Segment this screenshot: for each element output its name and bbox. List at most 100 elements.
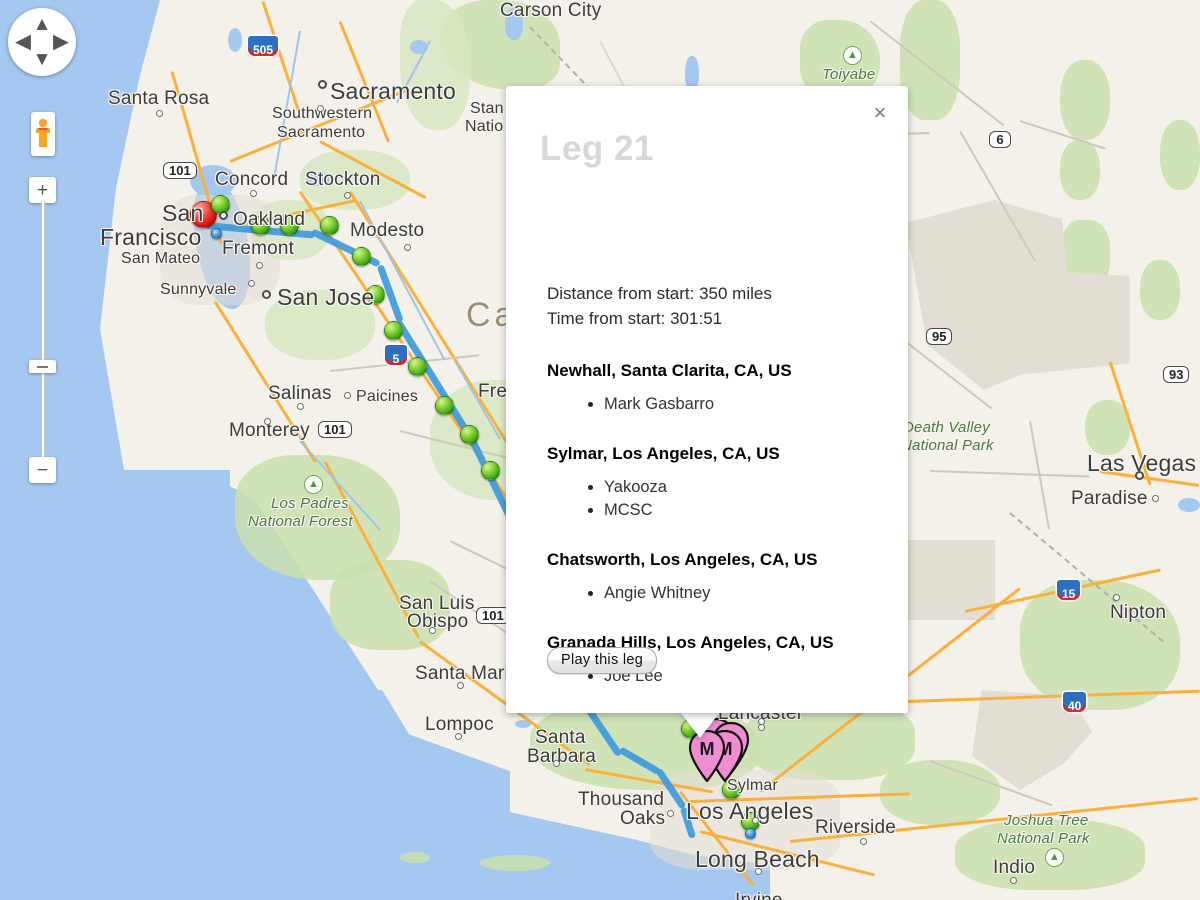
participant-item: Yakooza — [604, 476, 888, 499]
infowindow-body: Distance from start: 350 miles Time from… — [547, 281, 888, 688]
map-label: Fremont — [222, 238, 295, 259]
map-label: Sacramento — [330, 78, 457, 104]
pan-control[interactable]: ▲ ▼ ◀ ▶ — [8, 8, 76, 76]
park-label: National Park — [997, 830, 1090, 847]
city-dot — [250, 190, 257, 197]
map-label: Paradise — [1071, 488, 1148, 509]
city-dot — [156, 110, 163, 117]
park-label: National Park — [901, 437, 994, 454]
city-dot — [758, 724, 765, 731]
green-nevada-5 — [1160, 120, 1200, 190]
green-nevada-6 — [1140, 260, 1180, 320]
pan-left-icon[interactable]: ◀ — [16, 33, 31, 52]
highway-shield: 40 — [1063, 692, 1087, 713]
city-dot — [404, 244, 411, 251]
zoom-slider-handle[interactable] — [29, 360, 56, 373]
park-label: Death Valley — [903, 419, 990, 436]
highway-shield: 101 — [318, 421, 352, 438]
route-waypoint-marker[interactable] — [384, 321, 403, 340]
stop-group: Newhall, Santa Clarita, CA, US Mark Gasba… — [547, 361, 888, 416]
infowindow-tail — [680, 712, 720, 738]
city-dot — [262, 290, 271, 299]
map-label: San Mateo — [121, 250, 201, 267]
park-tree-icon: ▲ — [304, 475, 323, 494]
city-dot — [256, 262, 263, 269]
city-dot — [297, 403, 304, 410]
city-dot — [264, 418, 271, 425]
highway-shield: 95 — [926, 328, 953, 345]
stop-location: Chatsworth, Los Angeles, CA, US — [547, 550, 818, 569]
city-dot — [1010, 877, 1017, 884]
map-label: Modesto — [350, 220, 425, 241]
route-waypoint-marker[interactable] — [320, 216, 339, 235]
participant-item: Mark Gasbarro — [604, 393, 888, 416]
island-santa-cruz — [480, 855, 550, 871]
pan-up-icon[interactable]: ▲ — [33, 15, 52, 34]
map-label: Fre — [478, 381, 508, 402]
city-dot — [1135, 471, 1144, 480]
close-icon[interactable]: × — [867, 100, 893, 126]
map-application: M M Carson CitySanta RosaSacramentoSouth… — [0, 0, 1200, 900]
highway-shield: 505 — [248, 36, 279, 57]
stop-location: Newhall, Santa Clarita, CA, US — [547, 361, 792, 380]
zoom-out-button[interactable]: − — [29, 457, 56, 483]
city-dot — [457, 682, 464, 689]
map-label: Irvine — [735, 890, 783, 900]
city-dot — [248, 280, 255, 287]
route-endpoint-marker[interactable] — [211, 228, 222, 239]
city-dot — [455, 733, 462, 740]
highway-shield: 101 — [163, 162, 197, 179]
city-dot — [755, 868, 762, 875]
city-dot — [1152, 495, 1159, 502]
participant-item: Angie Whitney — [604, 582, 888, 605]
leg-infowindow: × Leg 21 Distance from start: 350 miles … — [506, 86, 908, 713]
city-dot — [553, 760, 560, 767]
city-dot — [344, 192, 351, 199]
map-label: Santa Maria — [415, 663, 520, 684]
map-label: Indio — [993, 857, 1036, 878]
participant-item: MCSC — [604, 499, 888, 522]
lake-berryessa — [228, 28, 242, 52]
participant-list: YakoozaMCSC — [547, 476, 888, 522]
participant-list: Angie Whitney — [547, 582, 888, 605]
map-label: Nipton — [1110, 602, 1167, 623]
route-endpoint-marker[interactable] — [745, 828, 756, 839]
map-label: Natio — [465, 118, 504, 135]
highway-shield: 5 — [385, 345, 407, 366]
city-dot — [752, 817, 759, 824]
island-anacapa — [400, 852, 430, 863]
city-dot — [667, 810, 674, 817]
map-label: Santa Rosa — [108, 88, 210, 109]
map-label: Carson City — [500, 0, 602, 21]
map-label: Sacramento — [277, 124, 366, 141]
pan-right-icon[interactable]: ▶ — [53, 33, 68, 52]
green-nevada-1 — [900, 0, 960, 120]
distance-from-start: Distance from start: 350 miles — [547, 284, 772, 303]
map-label: Paicines — [356, 388, 419, 405]
route-waypoint-marker[interactable] — [460, 425, 479, 444]
highway-shield: 93 — [1163, 366, 1190, 383]
route-waypoint-marker[interactable] — [481, 461, 500, 480]
route-waypoint-marker[interactable] — [435, 396, 454, 415]
map-label: San Jose — [277, 284, 375, 310]
city-dot — [317, 105, 324, 112]
green-nevada-2 — [1060, 60, 1110, 140]
map-label: Oakland — [233, 209, 306, 230]
pegman-streetview-icon[interactable] — [31, 112, 55, 156]
highway-shield: 15 — [1057, 580, 1081, 601]
park-tree-icon: ▲ — [843, 46, 862, 65]
leg-marker-letter: M — [699, 739, 715, 759]
pan-down-icon[interactable]: ▼ — [33, 50, 52, 69]
zoom-slider-track[interactable] — [41, 200, 45, 462]
route-waypoint-marker[interactable] — [352, 247, 371, 266]
map-label: Obispo — [407, 611, 469, 632]
map-label: Barbara — [527, 746, 596, 767]
time-from-start: Time from start: 301:51 — [547, 309, 723, 328]
city-dot — [860, 838, 867, 845]
city-dot — [318, 80, 327, 89]
park-tree-icon: ▲ — [1045, 848, 1064, 867]
play-this-leg-button[interactable]: Play this leg — [547, 647, 658, 674]
route-waypoint-marker[interactable] — [408, 357, 427, 376]
map-label: Sunnyvale — [160, 281, 237, 298]
map-label: San — [162, 200, 204, 226]
